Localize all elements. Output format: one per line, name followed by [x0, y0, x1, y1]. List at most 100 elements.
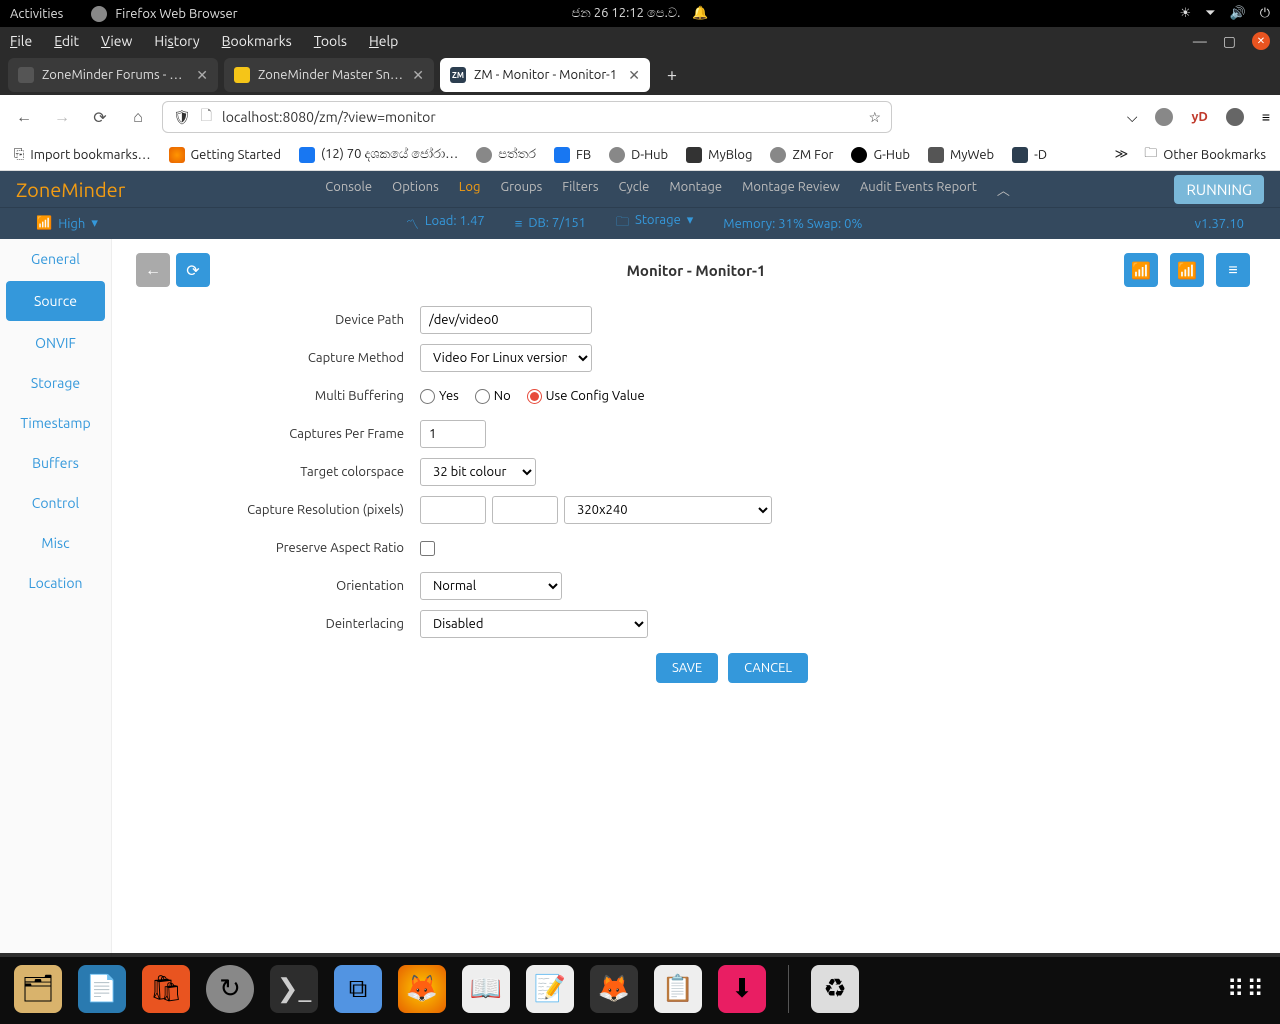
storage-dropdown[interactable]: 🗀Storage ▾ [616, 213, 693, 235]
nav-groups[interactable]: Groups [500, 180, 542, 199]
orientation-select[interactable]: Normal [420, 572, 562, 600]
window-maximize[interactable]: ▢ [1223, 33, 1236, 50]
dock-reader[interactable]: 📖 [462, 965, 510, 1013]
preserve-aspect-checkbox[interactable] [420, 541, 435, 556]
clock[interactable]: ජන 26 12:12 පෙ.ව. [571, 6, 680, 21]
power-icon[interactable]: ⏻ [1260, 6, 1270, 21]
save-button[interactable]: SAVE [656, 653, 718, 683]
dock-libreoffice[interactable]: 📄 [78, 965, 126, 1013]
feed-button-2[interactable]: 📶 [1170, 253, 1204, 287]
back-arrow-button[interactable]: ← [136, 253, 170, 287]
dock-app1[interactable]: 📋 [654, 965, 702, 1013]
window-close[interactable]: ✕ [1252, 32, 1270, 50]
nav-log[interactable]: Log [459, 180, 481, 199]
cancel-button[interactable]: CANCEL [728, 653, 808, 683]
lock-icon[interactable]: 🗋 [201, 105, 212, 129]
capture-method-select[interactable]: Video For Linux version 2 [420, 344, 592, 372]
device-path-input[interactable] [420, 306, 592, 334]
close-tab-icon[interactable]: ✕ [628, 67, 640, 84]
bm-myblog[interactable]: MyBlog [686, 147, 752, 163]
other-bookmarks[interactable]: 🗀Other Bookmarks [1144, 144, 1266, 166]
menu-help[interactable]: Help [369, 33, 398, 49]
running-badge[interactable]: RUNNING [1174, 175, 1264, 204]
dock-trash[interactable]: ♻ [811, 965, 859, 1013]
show-apps-button[interactable]: ⠿⠿ [1227, 975, 1266, 1003]
current-app[interactable]: Firefox Web Browser [91, 6, 237, 22]
extension-icon[interactable] [1226, 108, 1244, 126]
res-height-input[interactable] [492, 496, 558, 524]
bm-d[interactable]: -D [1012, 147, 1047, 163]
bm-ghub[interactable]: G-Hub [851, 147, 910, 163]
pocket-icon[interactable]: ⌵ [1127, 109, 1138, 126]
bm-getting-started[interactable]: Getting Started [169, 147, 281, 163]
sidebar-item-storage[interactable]: Storage [0, 363, 111, 403]
bookmarks-overflow-icon[interactable]: ≫ [1115, 147, 1129, 162]
bm-paththara[interactable]: පත්තර [476, 147, 536, 163]
bandwidth-selector[interactable]: 📶High ▾ [36, 216, 98, 231]
import-bookmarks[interactable]: ⎘Import bookmarks… [14, 147, 151, 162]
brightness-icon[interactable]: ☀ [1179, 6, 1191, 21]
sidebar-item-timestamp[interactable]: Timestamp [0, 403, 111, 443]
version-label[interactable]: v1.37.10 [1195, 217, 1244, 231]
nav-montage-review[interactable]: Montage Review [742, 180, 840, 199]
sidebar-item-general[interactable]: General [0, 239, 111, 279]
colorspace-select[interactable]: 32 bit colour [420, 458, 536, 486]
list-button[interactable]: ≡ [1216, 253, 1250, 287]
bm-fb1[interactable]: (12) 70 දශකයේ ජෝරා… [299, 147, 458, 163]
tab-zm-monitor[interactable]: ZM ZM - Monitor - Monitor-1 ✕ [440, 58, 650, 92]
nav-cycle[interactable]: Cycle [619, 180, 650, 199]
bm-myweb[interactable]: MyWeb [928, 147, 994, 163]
notification-icon[interactable]: 🔔 [692, 6, 708, 21]
zm-brand[interactable]: ZoneMinder [16, 178, 125, 201]
dock-terminal[interactable]: ❯_ [270, 965, 318, 1013]
feed-button-1[interactable]: 📶 [1124, 253, 1158, 287]
dock-files[interactable]: 🗂 [14, 965, 62, 1013]
dock-screenshot[interactable]: ⧉ [334, 965, 382, 1013]
app-menu-icon[interactable]: ≡ [1262, 109, 1270, 125]
nav-audit[interactable]: Audit Events Report [860, 180, 977, 199]
deinterlacing-select[interactable]: Disabled [420, 610, 648, 638]
nav-console[interactable]: Console [325, 180, 372, 199]
network-icon[interactable]: ⏷ [1205, 6, 1215, 21]
sidebar-item-source[interactable]: Source [6, 281, 105, 321]
nav-options[interactable]: Options [392, 180, 439, 199]
close-tab-icon[interactable]: ✕ [412, 67, 424, 84]
menu-history[interactable]: History [154, 33, 199, 49]
menu-tools[interactable]: Tools [314, 33, 347, 49]
radio-config[interactable]: Use Config Value [527, 389, 645, 404]
extension-yd[interactable]: yD [1191, 110, 1207, 124]
dock-gimp[interactable]: 🦊 [590, 965, 638, 1013]
sidebar-item-buffers[interactable]: Buffers [0, 443, 111, 483]
volume-icon[interactable]: 🔊 [1230, 6, 1246, 21]
back-button[interactable]: ← [10, 103, 38, 131]
bookmark-star-icon[interactable]: ☆ [868, 109, 881, 126]
dock-updates[interactable]: ↻ [206, 965, 254, 1013]
bm-fb2[interactable]: FB [554, 147, 591, 163]
res-width-input[interactable] [420, 496, 486, 524]
reload-button[interactable]: ⟳ [86, 103, 114, 131]
tab-zm-forums[interactable]: ZoneMinder Forums - Post a ✕ [8, 58, 218, 92]
menu-view[interactable]: View [101, 33, 132, 49]
nav-filters[interactable]: Filters [562, 180, 598, 199]
dock-notes[interactable]: 📝 [526, 965, 574, 1013]
home-button[interactable]: ⌂ [124, 103, 152, 131]
url-input[interactable]: 🛡 🗋 localhost:8080/zm/?view=monitor ☆ [162, 101, 892, 133]
sidebar-item-location[interactable]: Location [0, 563, 111, 603]
bm-dhub[interactable]: D-Hub [609, 147, 668, 163]
new-tab-button[interactable]: + [656, 59, 688, 91]
refresh-button[interactable]: ⟳ [176, 253, 210, 287]
avatar-icon[interactable] [1155, 108, 1173, 126]
sidebar-item-onvif[interactable]: ONVIF [0, 323, 111, 363]
menu-bookmarks[interactable]: Bookmarks [222, 33, 292, 49]
sidebar-item-control[interactable]: Control [0, 483, 111, 523]
activities-button[interactable]: Activities [10, 7, 63, 21]
radio-no[interactable]: No [475, 389, 511, 404]
menu-file[interactable]: File [10, 33, 32, 49]
menu-edit[interactable]: Edit [54, 33, 79, 49]
bm-zmfor[interactable]: ZM For [770, 147, 833, 163]
captures-per-frame-input[interactable] [420, 420, 486, 448]
res-preset-select[interactable]: 320x240 [564, 496, 772, 524]
tab-zm-snap[interactable]: ZoneMinder Master Snap ✕ [224, 58, 434, 92]
forward-button[interactable]: → [48, 103, 76, 131]
nav-montage[interactable]: Montage [669, 180, 722, 199]
